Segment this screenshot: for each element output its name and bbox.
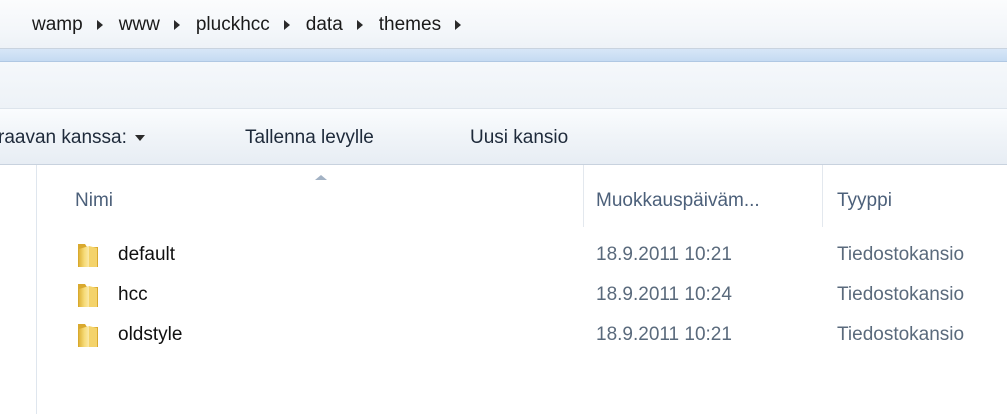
file-type: Tiedostokansio <box>837 244 965 265</box>
chevron-right-icon[interactable] <box>283 20 290 30</box>
column-header-date-label: Muokkauspäiväm... <box>596 190 760 211</box>
breadcrumb-item-www[interactable]: www <box>117 14 162 36</box>
column-header-name[interactable]: Nimi <box>37 165 584 227</box>
column-header-type[interactable]: Tyyppi <box>823 165 1007 227</box>
file-name: hcc <box>118 284 148 305</box>
share-with-button[interactable]: raavan kanssa: <box>0 127 145 149</box>
column-header-date[interactable]: Muokkauspäiväm... <box>584 165 823 227</box>
folder-icon <box>78 284 98 307</box>
chevron-right-icon[interactable] <box>173 20 180 30</box>
breadcrumb-item-pluckhcc[interactable]: pluckhcc <box>194 14 272 36</box>
navigation-pane[interactable] <box>0 165 37 414</box>
list-item[interactable]: default 18.9.2011 10:21 Tiedostokansio <box>37 236 1007 276</box>
share-with-label: raavan kanssa: <box>0 127 127 148</box>
address-bar-divider <box>0 49 1007 62</box>
file-type: Tiedostokansio <box>837 324 965 345</box>
chevron-right-icon[interactable] <box>96 20 103 30</box>
list-item[interactable]: hcc 18.9.2011 10:24 Tiedostokansio <box>37 276 1007 316</box>
column-header-type-label: Tyyppi <box>837 190 892 211</box>
breadcrumb-item-themes[interactable]: themes <box>377 14 443 36</box>
chevron-right-icon[interactable] <box>356 20 363 30</box>
burn-button[interactable]: Tallenna levylle <box>245 127 374 149</box>
file-date: 18.9.2011 10:21 <box>596 244 732 265</box>
chevron-right-icon[interactable] <box>455 20 462 30</box>
sort-ascending-icon <box>315 175 327 180</box>
breadcrumb-item-wamp[interactable]: wamp <box>30 14 85 36</box>
column-headers: Nimi Muokkauspäiväm... Tyyppi <box>37 165 1007 227</box>
menu-bar <box>0 62 1007 109</box>
new-folder-button[interactable]: Uusi kansio <box>470 127 568 149</box>
file-type: Tiedostokansio <box>837 284 965 305</box>
file-list: default 18.9.2011 10:21 Tiedostokansio h… <box>37 236 1007 356</box>
breadcrumb: wamp www pluckhcc data themes <box>30 14 475 36</box>
file-name: oldstyle <box>118 324 183 345</box>
address-bar[interactable]: wamp www pluckhcc data themes <box>0 0 1007 49</box>
dropdown-arrow-icon <box>134 134 145 141</box>
folder-icon <box>78 324 98 347</box>
explorer-window: wamp www pluckhcc data themes raavan kan… <box>0 0 1007 414</box>
column-header-name-label: Nimi <box>75 190 113 211</box>
list-item[interactable]: oldstyle 18.9.2011 10:21 Tiedostokansio <box>37 316 1007 356</box>
file-name: default <box>118 244 176 265</box>
breadcrumb-item-data[interactable]: data <box>304 14 345 36</box>
file-date: 18.9.2011 10:24 <box>596 284 732 305</box>
folder-icon <box>78 244 98 267</box>
file-date: 18.9.2011 10:21 <box>596 324 732 345</box>
command-bar: raavan kanssa: Tallenna levylle Uusi kan… <box>0 109 1007 165</box>
